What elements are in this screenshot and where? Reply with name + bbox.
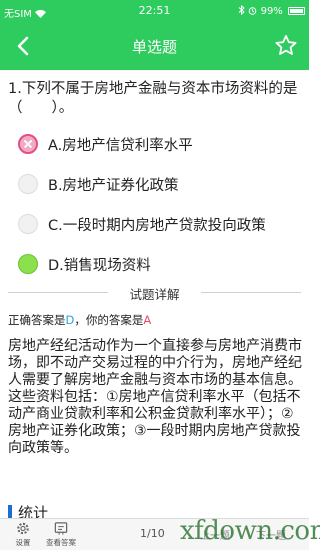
star-outline-icon: [275, 35, 297, 55]
wrong-mark-icon: [18, 134, 38, 154]
option-label: A.房地产信贷利率水平: [48, 138, 193, 154]
option-d[interactable]: D.销售现场资料: [0, 246, 309, 282]
battery-percent: 99%: [260, 6, 283, 17]
my-answer-prefix: ，你的答案是: [74, 313, 144, 327]
option-label: B.房地产证券化政策: [48, 178, 179, 194]
answer-card-label: 查看答案: [46, 538, 76, 547]
answer-summary: 正确答案是D，你的答案是A: [8, 312, 151, 328]
option-b[interactable]: B.房地产证券化政策: [0, 166, 309, 202]
divider-line: [201, 292, 301, 293]
header-bar: 单选题: [0, 22, 309, 70]
page-title: 单选题: [131, 38, 177, 56]
radio-empty-icon: [18, 214, 38, 234]
radio-empty-icon: [18, 174, 38, 194]
status-bar: 无SIM 22:51 99%: [0, 0, 309, 22]
gear-icon: [17, 522, 29, 535]
alarm-icon: [248, 6, 260, 17]
option-a[interactable]: A.房地产信贷利率水平: [0, 126, 309, 162]
favorite-button[interactable]: [272, 32, 300, 60]
detail-divider: 试题详解: [8, 284, 301, 302]
bluetooth-icon: [238, 4, 248, 17]
detail-heading: 试题详解: [129, 287, 180, 302]
correct-mark-icon: [18, 254, 38, 274]
option-c[interactable]: C.一段时期内房地产贷款投向政策: [0, 206, 309, 242]
settings-button[interactable]: 设置: [8, 521, 38, 548]
answer-card-icon: [54, 522, 68, 535]
option-label: D.销售现场资料: [48, 258, 151, 274]
page-counter: 1/10: [140, 527, 165, 540]
correct-answer-prefix: 正确答案是: [8, 313, 66, 327]
explanation-text: 房地产经纪活动作为一个直接参与房地产消费市场，即不动产交易过程的中介行为，房地产…: [8, 338, 302, 456]
settings-label: 设置: [15, 538, 31, 547]
my-answer: A: [143, 313, 152, 327]
question-text: 1.下列不属于房地产金融与资本市场资料的是（ ）。: [8, 81, 298, 116]
option-label: C.一段时期内房地产贷款投向政策: [48, 218, 266, 234]
answer-card-button[interactable]: 查看答案: [44, 521, 78, 548]
watermark: xfdown.com: [180, 516, 320, 546]
battery-icon: [288, 7, 305, 15]
